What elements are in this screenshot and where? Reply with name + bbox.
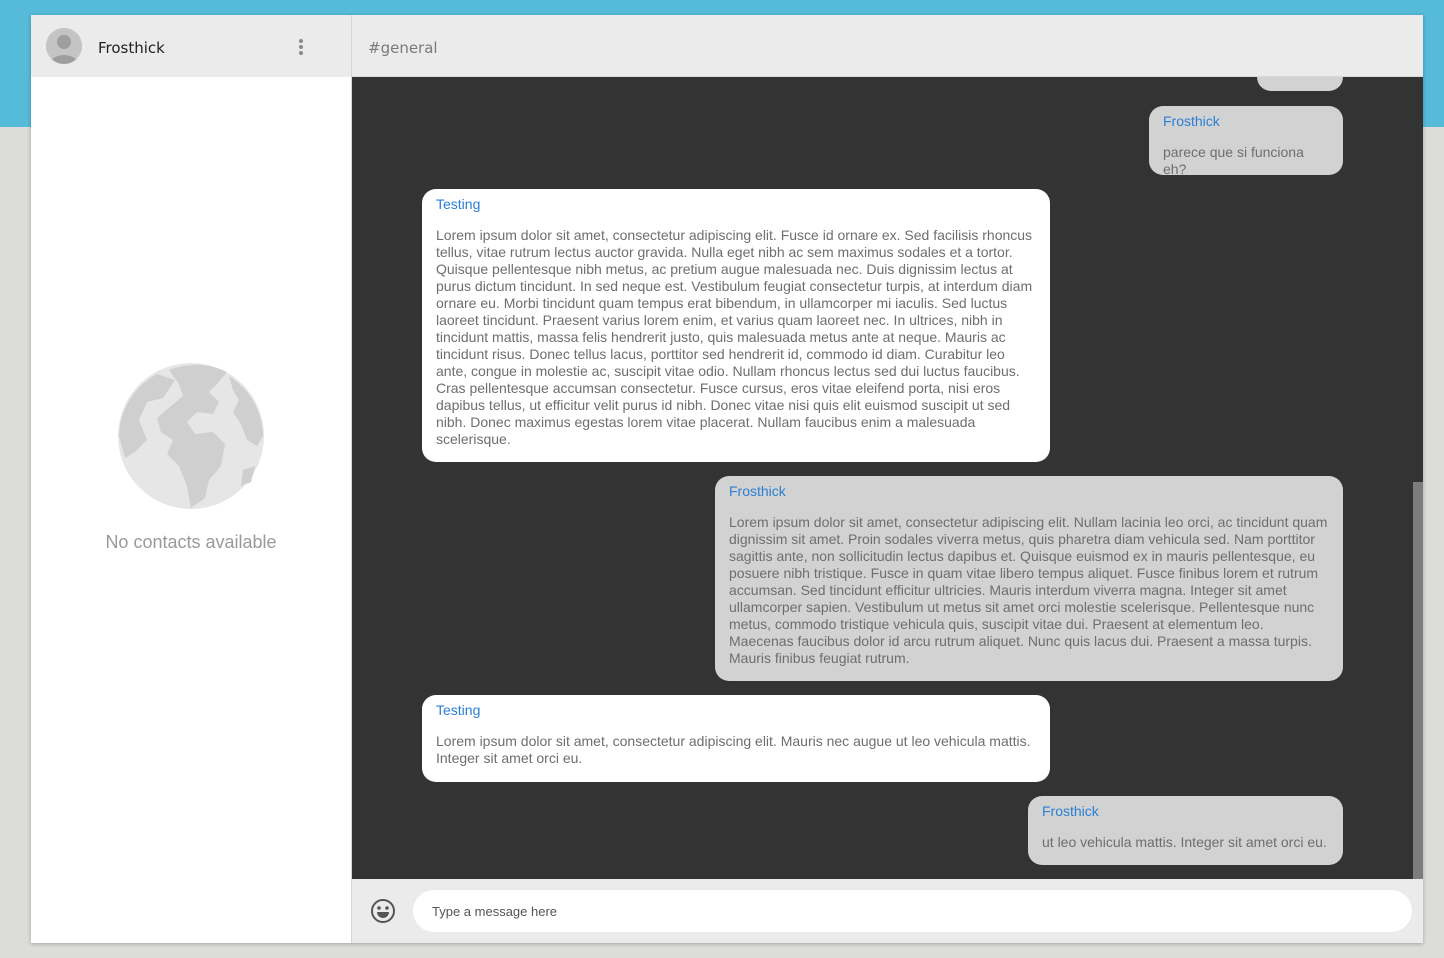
username: Frosthick — [98, 39, 165, 57]
globe-icon — [118, 363, 264, 509]
message-composer — [352, 879, 1423, 943]
message-input[interactable] — [413, 890, 1412, 932]
message-text: Lorem ipsum dolor sit amet, consectetur … — [729, 514, 1328, 666]
user-avatar-icon[interactable] — [46, 28, 82, 64]
message-author[interactable]: Testing — [436, 702, 1036, 718]
message-author[interactable]: Frosthick — [729, 483, 1329, 499]
message-author[interactable]: Testing — [436, 196, 1036, 212]
chat-panel: #general Frosthick parece que si funcion… — [352, 15, 1423, 943]
chat-app-window: Frosthick No contacts available #general — [31, 15, 1423, 943]
channel-name: #general — [368, 39, 438, 57]
message-text: ut leo vehicula mattis. Integer sit amet… — [1042, 834, 1327, 850]
message-bubble: Frosthick parece que si funciona eh? — [1149, 106, 1343, 177]
message-text: Lorem ipsum dolor sit amet, consectetur … — [436, 227, 1033, 447]
message-bubble: Frosthick Lorem ipsum dolor sit amet, co… — [715, 476, 1343, 681]
message-text: Lorem ipsum dolor sit amet, consectetur … — [436, 733, 1031, 766]
message-bubble: Frosthick ut leo vehicula mattis. Intege… — [1028, 796, 1343, 865]
chat-header: #general — [352, 15, 1423, 77]
message-bubble: Testing Lorem ipsum dolor sit amet, cons… — [422, 189, 1050, 462]
emoji-icon[interactable] — [370, 898, 396, 924]
message-bubble: Testing Lorem ipsum dolor sit amet, cons… — [422, 695, 1050, 782]
empty-contacts-text: No contacts available — [105, 532, 277, 552]
message-author[interactable]: Frosthick — [1042, 803, 1329, 819]
contacts-list: No contacts available — [31, 77, 351, 943]
message-author[interactable]: Frosthick — [1163, 113, 1329, 129]
message-text: parece que si funciona eh? — [1163, 144, 1304, 177]
sidebar: Frosthick No contacts available — [31, 15, 352, 943]
message-list-scrollbar[interactable] — [1413, 482, 1423, 879]
message-bubble-partial — [1257, 77, 1343, 91]
more-vert-icon[interactable] — [293, 36, 309, 58]
message-list[interactable]: Frosthick parece que si funciona eh? Tes… — [352, 77, 1423, 879]
sidebar-header: Frosthick — [31, 15, 351, 77]
